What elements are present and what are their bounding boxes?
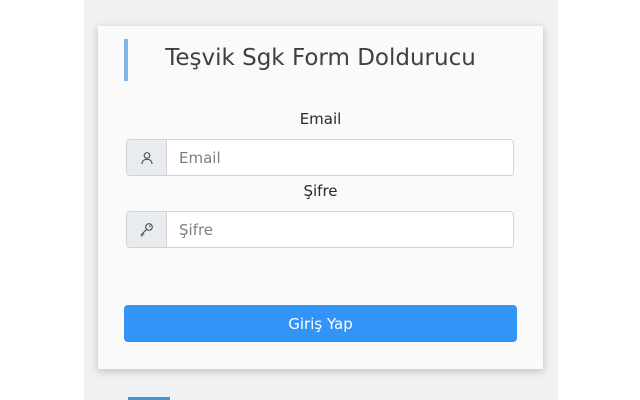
key-icon bbox=[127, 212, 167, 247]
password-input-group bbox=[126, 211, 514, 248]
login-button[interactable]: Giriş Yap bbox=[124, 305, 517, 342]
form-title: Teşvik Sgk Form Doldurucu bbox=[165, 45, 476, 71]
login-card: Teşvik Sgk Form Doldurucu Email Şifre Gi… bbox=[98, 26, 543, 369]
email-input[interactable] bbox=[167, 140, 513, 175]
password-input[interactable] bbox=[167, 212, 513, 247]
user-icon bbox=[127, 140, 167, 175]
email-input-group bbox=[126, 139, 514, 176]
password-label: Şifre bbox=[303, 182, 338, 200]
email-label: Email bbox=[299, 110, 342, 128]
